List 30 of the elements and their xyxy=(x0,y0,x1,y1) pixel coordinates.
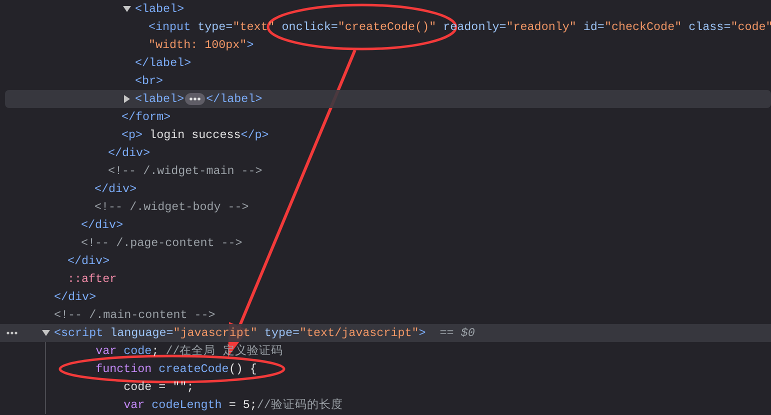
hovered-row[interactable]: <label> </label> xyxy=(5,90,771,108)
code-line: </form> xyxy=(122,109,171,126)
code-line: </div> xyxy=(81,217,124,234)
code-line: <!-- /.widget-body --> xyxy=(94,199,249,216)
code-line: </div> xyxy=(108,145,150,162)
code-line: </label> xyxy=(206,91,262,108)
code-line: code = ""; xyxy=(124,379,194,396)
code-line: </div> xyxy=(94,181,137,198)
code-line: <!-- /.main-content --> xyxy=(54,307,216,324)
expand-triangle-icon[interactable] xyxy=(123,5,131,13)
expand-triangle-icon[interactable] xyxy=(42,329,50,337)
code-line: <!-- /.widget-main --> xyxy=(108,163,262,180)
code-line: function createCode() { xyxy=(96,361,257,378)
code-line: <label> xyxy=(135,1,184,18)
code-line: ::after xyxy=(68,271,117,288)
code-line: </div> xyxy=(68,253,110,270)
code-line: <br> xyxy=(135,73,164,90)
expand-triangle-icon[interactable] xyxy=(123,95,131,103)
ellipsis-icon[interactable] xyxy=(185,93,206,105)
code-line: var codeLength = 5;//验证码的长度 xyxy=(124,397,343,414)
code-line: <label> xyxy=(135,91,184,108)
code-line: </div> xyxy=(54,289,96,306)
more-icon[interactable] xyxy=(6,331,18,335)
code-line: </label> xyxy=(135,55,192,72)
code-line: <!-- /.page-content --> xyxy=(81,235,242,252)
selected-row[interactable]: <script language="javascript" type="text/javascript"> == $0 xyxy=(0,324,771,342)
code-line: <p> login success</p> xyxy=(122,127,269,144)
code-line: "width: 100px"> xyxy=(148,37,254,54)
node-reference: == $0 xyxy=(440,325,475,342)
code-line: <script language="javascript" type="text/javascript"> xyxy=(54,325,426,342)
